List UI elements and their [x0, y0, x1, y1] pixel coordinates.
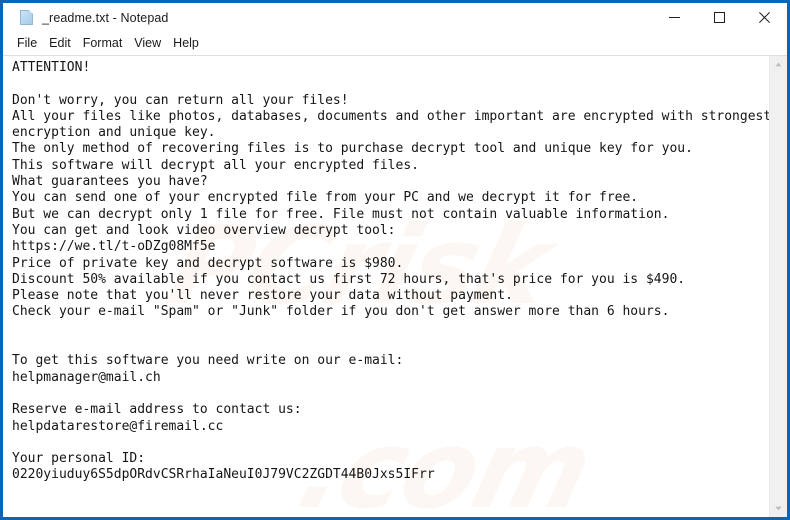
menu-item-format[interactable]: Format — [77, 35, 129, 53]
scroll-up-button[interactable] — [770, 56, 787, 73]
vertical-scrollbar[interactable] — [769, 56, 787, 517]
menu-item-view[interactable]: View — [128, 35, 167, 53]
menu-item-file[interactable]: File — [11, 35, 43, 53]
maximize-button[interactable] — [697, 3, 742, 32]
menu-item-edit[interactable]: Edit — [43, 35, 77, 53]
ransom-note-text[interactable]: ATTENTION! Don't worry, you can return a… — [3, 56, 769, 484]
notepad-window: _readme.txt - Notepad File Edit Format V… — [0, 0, 790, 520]
window-controls — [652, 3, 787, 32]
scrollbar-track[interactable] — [770, 73, 787, 500]
text-surface[interactable]: PCrisk .com ATTENTION! Don't worry, you … — [3, 56, 769, 517]
title-bar-label-group: _readme.txt - Notepad — [3, 9, 652, 26]
close-icon — [759, 12, 770, 23]
scroll-down-arrow-icon — [775, 506, 782, 511]
editor-area: PCrisk .com ATTENTION! Don't worry, you … — [3, 55, 787, 517]
minimize-button[interactable] — [652, 3, 697, 32]
title-bar[interactable]: _readme.txt - Notepad — [3, 3, 787, 32]
scroll-up-arrow-icon — [775, 62, 782, 67]
window-title: _readme.txt - Notepad — [42, 10, 169, 25]
scroll-down-button[interactable] — [770, 500, 787, 517]
menu-bar: File Edit Format View Help — [3, 32, 787, 55]
maximize-icon — [714, 12, 725, 23]
close-button[interactable] — [742, 3, 787, 32]
notepad-document-icon — [20, 9, 35, 26]
menu-item-help[interactable]: Help — [167, 35, 205, 53]
minimize-icon — [669, 17, 680, 18]
